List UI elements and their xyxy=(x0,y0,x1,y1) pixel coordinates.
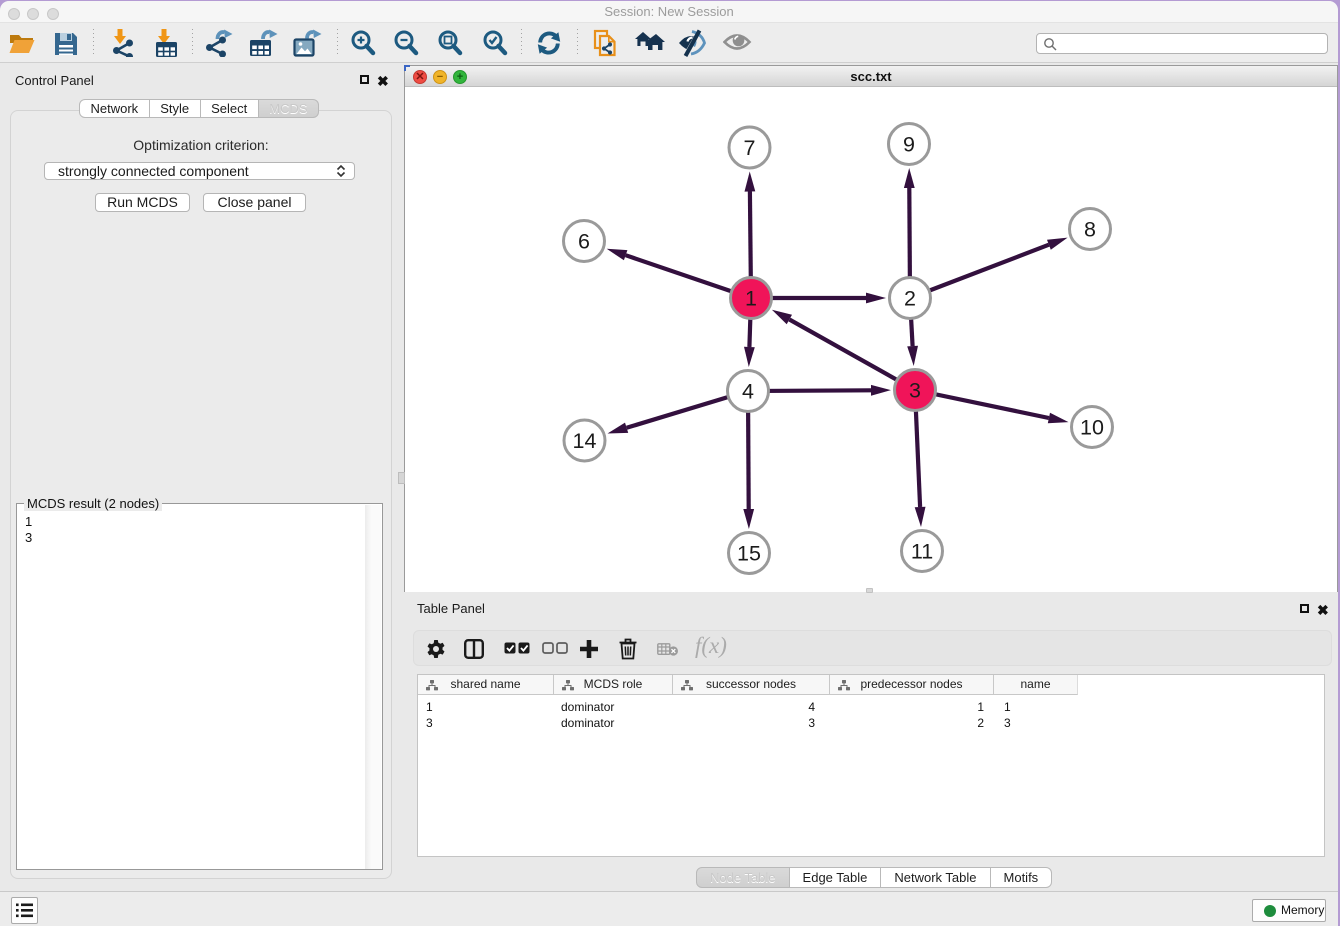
svg-text:2: 2 xyxy=(904,287,916,311)
svg-text:6: 6 xyxy=(578,230,590,254)
svg-text:8: 8 xyxy=(1084,218,1096,242)
svg-text:10: 10 xyxy=(1080,416,1104,440)
svg-text:11: 11 xyxy=(911,540,933,564)
svg-text:3: 3 xyxy=(909,379,921,403)
svg-text:7: 7 xyxy=(744,136,756,160)
svg-text:9: 9 xyxy=(903,133,915,157)
svg-text:4: 4 xyxy=(742,380,754,404)
svg-text:1: 1 xyxy=(745,287,757,311)
svg-text:14: 14 xyxy=(573,429,597,453)
svg-text:15: 15 xyxy=(737,542,761,566)
